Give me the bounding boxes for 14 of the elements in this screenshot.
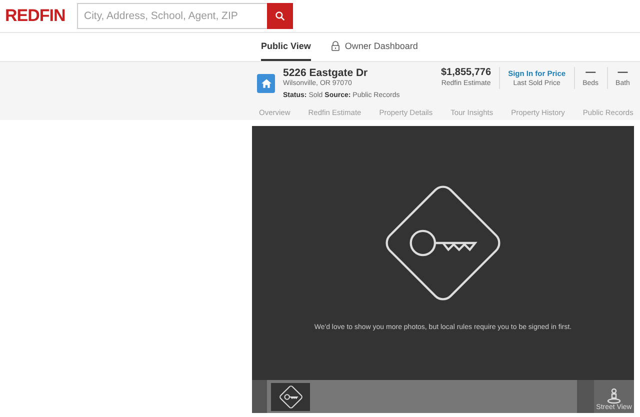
- stat-value: $1,855,776: [441, 67, 492, 78]
- property-address: 5226 Eastgate Dr: [283, 67, 369, 79]
- search-field[interactable]: City, Address, School, Agent, ZIP: [77, 3, 267, 29]
- thumbnail[interactable]: [271, 382, 310, 410]
- key-sign-icon: [278, 384, 304, 410]
- stat-value: —: [618, 67, 628, 78]
- search-button[interactable]: [267, 3, 293, 29]
- lock-icon: [330, 41, 340, 51]
- stat-value: —: [586, 67, 596, 78]
- house-icon: [257, 74, 275, 93]
- search-icon: [275, 11, 285, 21]
- logo[interactable]: REDFIN: [5, 6, 77, 26]
- person-pin-icon: [607, 388, 621, 404]
- view-tab[interactable]: Owner Dashboard: [330, 33, 418, 61]
